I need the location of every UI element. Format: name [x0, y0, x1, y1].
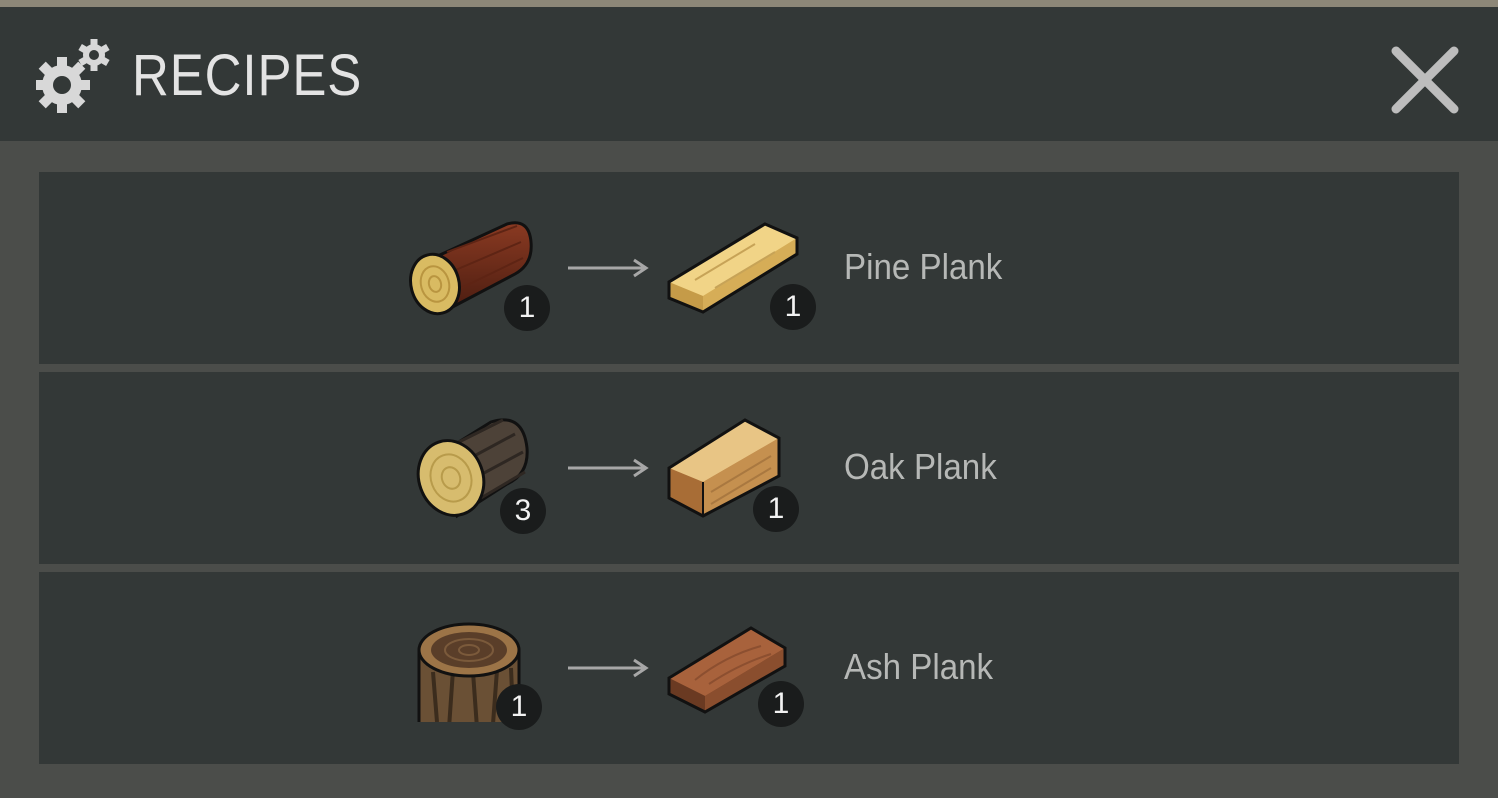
- recipe-row-ash-plank[interactable]: 1 1 Ash Plank: [39, 572, 1459, 764]
- gears-icon: [36, 39, 110, 113]
- recipes-header: RECIPES: [0, 7, 1498, 141]
- arrow-right-icon: [568, 658, 649, 678]
- recipe-name: Pine Plank: [844, 246, 1003, 287]
- input-quantity-badge: 1: [504, 285, 550, 331]
- output-quantity-badge: 1: [758, 681, 804, 727]
- arrow-right-icon: [568, 258, 649, 278]
- recipe-name: Ash Plank: [844, 646, 994, 687]
- input-quantity-badge: 1: [496, 684, 542, 730]
- output-quantity-badge: 1: [770, 284, 816, 330]
- recipe-row-oak-plank[interactable]: 3 1 Oak Plank: [39, 372, 1459, 564]
- recipe-row-pine-plank[interactable]: 1 1 Pine Plank: [39, 172, 1459, 364]
- recipe-name: Oak Plank: [844, 446, 997, 487]
- close-icon[interactable]: [1386, 41, 1464, 119]
- input-quantity-badge: 3: [500, 488, 546, 534]
- page-title: RECIPES: [132, 43, 363, 108]
- output-quantity-badge: 1: [753, 486, 799, 532]
- window-top-border: [0, 0, 1498, 7]
- arrow-right-icon: [568, 458, 649, 478]
